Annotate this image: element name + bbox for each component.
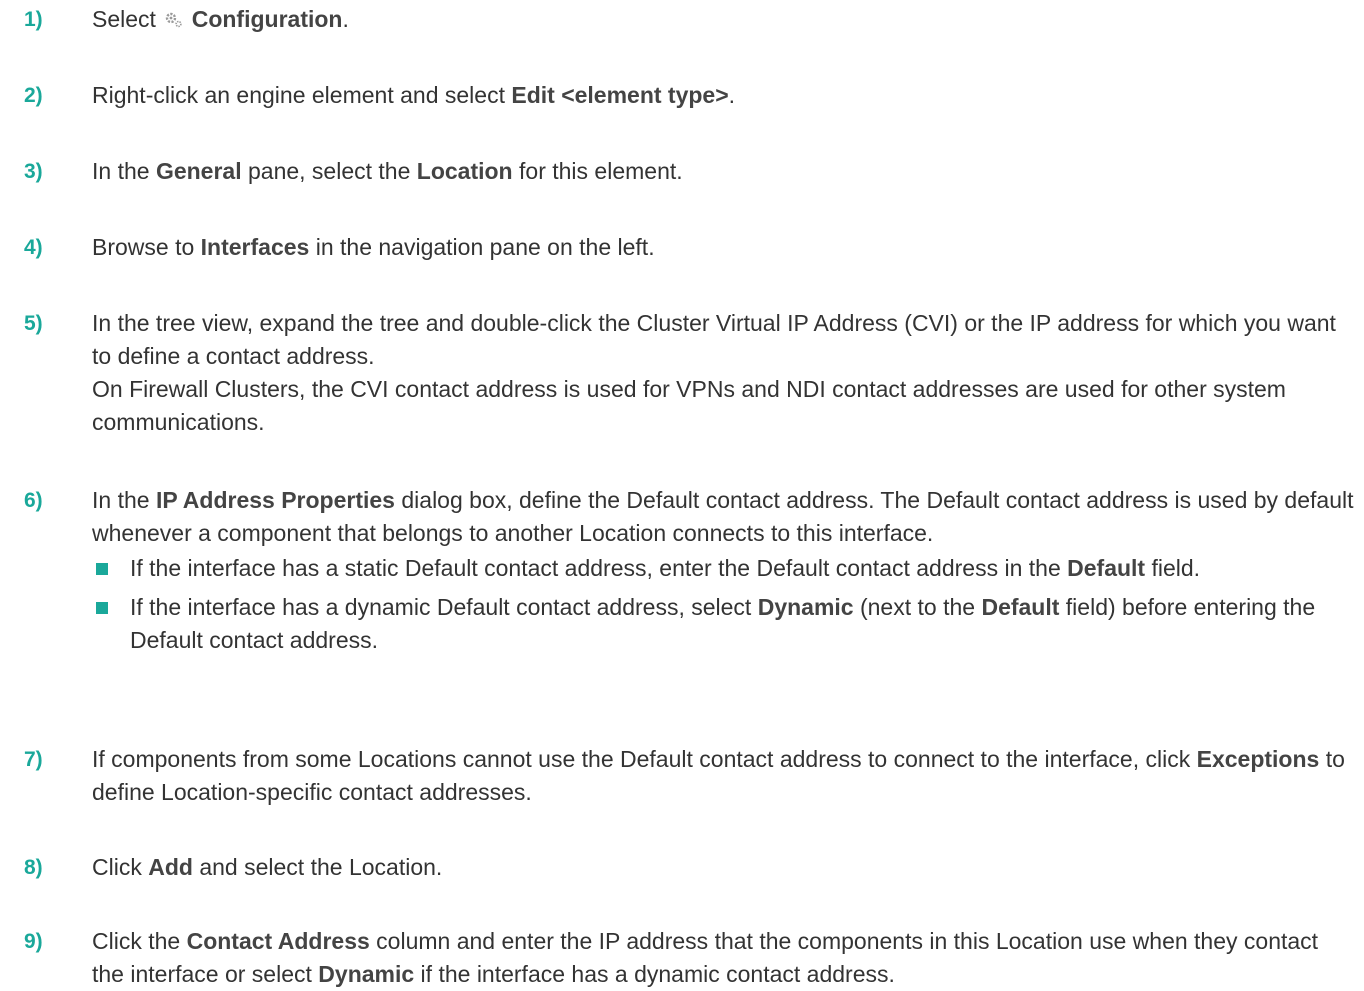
step-text: Right-click an engine element and select… [92,79,1354,112]
bullet-item: If the interface has a dynamic Default c… [92,591,1354,657]
step-text: Select Configuration. [92,3,1354,36]
bullet-list: If the interface has a static Default co… [92,552,1354,657]
step-number: 7) [24,748,43,771]
ui-term: Default [1067,555,1146,581]
step-number: 4) [24,236,43,259]
step-text: In the General pane, select the Location… [92,155,1354,188]
step-text: In the tree view, expand the tree and do… [92,307,1354,439]
text-run: Browse to [92,234,201,260]
step-instruction: Right-click an engine element and select… [92,79,1354,112]
step-text: In the IP Address Properties dialog box,… [92,484,1354,663]
step-instruction: Click Add and select the Location. [92,851,1354,884]
text-run: Click [92,854,149,880]
text-run: In the [92,487,156,513]
step-instruction: In the IP Address Properties dialog box,… [92,484,1354,550]
step-number: 1) [24,8,43,31]
step-instruction: In the General pane, select the Location… [92,155,1354,188]
ui-term: General [155,158,242,184]
step-text: If components from some Locations cannot… [92,743,1354,809]
text-run: Click the [92,928,187,954]
text-run: In the [92,158,156,184]
step-instruction: Select Configuration. [92,3,1354,36]
ui-term: Configuration [185,6,343,32]
ui-term: Dynamic [757,594,854,620]
step-instruction: In the tree view, expand the tree and do… [92,307,1354,373]
bullet-square-icon [96,602,108,614]
text-run: If the interface has a dynamic Default c… [130,594,758,620]
step-text: Click the Contact Address column and ent… [92,925,1354,991]
ui-term: Add [148,854,193,880]
step-number: 3) [24,160,43,183]
text-run: and select the Location. [192,854,443,880]
ui-term: Location [416,158,513,184]
text-run: (next to the [853,594,982,620]
step-number: 8) [24,856,43,879]
text-run: for this element. [512,158,683,184]
step-text: Click Add and select the Location. [92,851,1354,884]
text-run: If components from some Locations cannot… [92,746,1197,772]
text-run: Right-click an engine element and select [92,82,512,108]
text-run: field. [1145,555,1201,581]
step-text: Browse to Interfaces in the navigation p… [92,231,1354,264]
bullet-item: If the interface has a static Default co… [92,552,1354,585]
text-run: pane, select the [241,158,417,184]
ui-term: Default [981,594,1060,620]
step-instruction: Click the Contact Address column and ent… [92,925,1354,991]
step-number: 2) [24,84,43,107]
step-note: On Firewall Clusters, the CVI contact ad… [92,376,1286,435]
ui-term: Dynamic [318,961,415,987]
text-run: If the interface has a static Default co… [130,555,1068,581]
step-number: 5) [24,312,43,335]
text-run: . [728,82,736,108]
step-number: 9) [24,930,43,953]
text-run: in the navigation pane on the left. [309,234,655,260]
ui-term: Exceptions [1196,746,1320,772]
text-run: Select [92,6,163,32]
text-run: if the interface has a dynamic contact a… [414,961,895,987]
step-number: 6) [24,489,43,512]
ui-term: Edit <element type> [511,82,729,108]
gear-icon [166,12,183,28]
text-run: . [342,6,349,32]
step-instruction: If components from some Locations cannot… [92,743,1354,809]
ui-term: IP Address Properties [155,487,395,513]
text-run: In the tree view, expand the tree and do… [92,310,1336,369]
bullet-square-icon [96,563,108,575]
ui-term: Contact Address [186,928,370,954]
ui-term: Interfaces [200,234,310,260]
step-instruction: Browse to Interfaces in the navigation p… [92,231,1354,264]
